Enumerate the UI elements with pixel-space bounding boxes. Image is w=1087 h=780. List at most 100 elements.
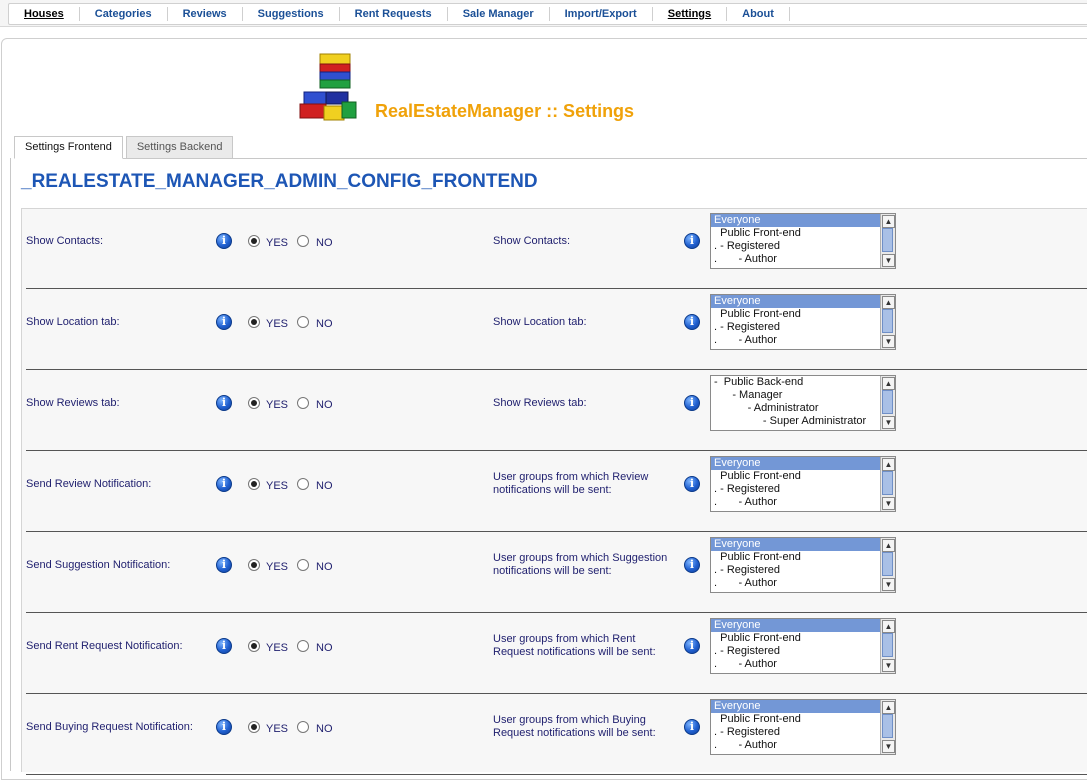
info-icon[interactable]: i: [216, 314, 232, 330]
scroll-up-icon[interactable]: ▲: [882, 539, 895, 552]
user-group-listbox[interactable]: Everyone Public Front-end. - Registered.…: [710, 699, 896, 755]
listbox-option[interactable]: Public Front-end: [711, 632, 895, 645]
listbox-scrollbar[interactable]: ▲ ▼: [880, 214, 895, 268]
info-icon[interactable]: i: [216, 719, 232, 735]
menu-item-about[interactable]: About: [727, 7, 790, 21]
menu-item-settings[interactable]: Settings: [653, 7, 728, 21]
info-icon[interactable]: i: [216, 557, 232, 573]
listbox-scrollbar[interactable]: ▲ ▼: [880, 376, 895, 430]
scroll-down-icon[interactable]: ▼: [882, 335, 895, 348]
menu-item-suggestions[interactable]: Suggestions: [243, 7, 340, 21]
info-icon[interactable]: i: [216, 476, 232, 492]
listbox-option[interactable]: Everyone: [711, 457, 895, 470]
user-group-listbox[interactable]: Everyone Public Front-end. - Registered.…: [710, 213, 896, 269]
listbox-option[interactable]: Public Front-end: [711, 713, 895, 726]
info-icon[interactable]: i: [684, 557, 700, 573]
no-radio[interactable]: [297, 316, 309, 328]
no-radio[interactable]: [297, 235, 309, 247]
listbox-option[interactable]: . - Author: [711, 658, 895, 671]
yes-radio[interactable]: [248, 397, 260, 409]
no-radio[interactable]: [297, 721, 309, 733]
scroll-thumb[interactable]: [882, 552, 893, 576]
scroll-thumb[interactable]: [882, 471, 893, 495]
listbox-scrollbar[interactable]: ▲ ▼: [880, 538, 895, 592]
scroll-down-icon[interactable]: ▼: [882, 740, 895, 753]
listbox-option[interactable]: - Public Back-end: [711, 376, 895, 389]
scroll-up-icon[interactable]: ▲: [882, 620, 895, 633]
info-icon[interactable]: i: [684, 314, 700, 330]
yes-radio[interactable]: [248, 721, 260, 733]
info-icon[interactable]: i: [684, 476, 700, 492]
listbox-scrollbar[interactable]: ▲ ▼: [880, 457, 895, 511]
listbox-option[interactable]: . - Author: [711, 739, 895, 752]
no-radio[interactable]: [297, 478, 309, 490]
listbox-option[interactable]: . - Registered: [711, 321, 895, 334]
listbox-option[interactable]: Public Front-end: [711, 470, 895, 483]
info-icon[interactable]: i: [684, 233, 700, 249]
user-group-listbox[interactable]: Everyone Public Front-end. - Registered.…: [710, 294, 896, 350]
yes-radio[interactable]: [248, 235, 260, 247]
scroll-down-icon[interactable]: ▼: [882, 416, 895, 429]
tab-settings-backend[interactable]: Settings Backend: [125, 136, 234, 159]
listbox-option[interactable]: Everyone: [711, 700, 895, 713]
scroll-up-icon[interactable]: ▲: [882, 215, 895, 228]
menu-item-import-export[interactable]: Import/Export: [550, 7, 653, 21]
tab-settings-frontend[interactable]: Settings Frontend: [14, 136, 123, 159]
scroll-up-icon[interactable]: ▲: [882, 701, 895, 714]
menu-item-reviews[interactable]: Reviews: [168, 7, 243, 21]
listbox-option[interactable]: . - Author: [711, 253, 895, 266]
listbox-option[interactable]: - Super Administrator: [711, 415, 895, 428]
yes-radio[interactable]: [248, 559, 260, 571]
scroll-down-icon[interactable]: ▼: [882, 254, 895, 267]
listbox-option[interactable]: . - Registered: [711, 645, 895, 658]
listbox-scrollbar[interactable]: ▲ ▼: [880, 619, 895, 673]
listbox-option[interactable]: . - Registered: [711, 483, 895, 496]
scroll-down-icon[interactable]: ▼: [882, 659, 895, 672]
listbox-option[interactable]: Public Front-end: [711, 227, 895, 240]
scroll-thumb[interactable]: [882, 714, 893, 738]
user-group-listbox[interactable]: Everyone Public Front-end. - Registered.…: [710, 618, 896, 674]
listbox-option[interactable]: Everyone: [711, 214, 895, 227]
listbox-option[interactable]: . - Registered: [711, 726, 895, 739]
no-radio[interactable]: [297, 397, 309, 409]
menu-item-houses[interactable]: Houses: [8, 7, 80, 21]
scroll-thumb[interactable]: [882, 309, 893, 333]
yes-radio[interactable]: [248, 316, 260, 328]
info-icon[interactable]: i: [216, 638, 232, 654]
listbox-option[interactable]: Everyone: [711, 295, 895, 308]
listbox-scrollbar[interactable]: ▲ ▼: [880, 295, 895, 349]
info-icon[interactable]: i: [684, 395, 700, 411]
scroll-thumb[interactable]: [882, 633, 893, 657]
info-icon[interactable]: i: [684, 719, 700, 735]
scroll-up-icon[interactable]: ▲: [882, 377, 895, 390]
listbox-option[interactable]: . - Registered: [711, 240, 895, 253]
scroll-up-icon[interactable]: ▲: [882, 458, 895, 471]
scroll-thumb[interactable]: [882, 228, 893, 252]
scroll-down-icon[interactable]: ▼: [882, 578, 895, 591]
menu-item-categories[interactable]: Categories: [80, 7, 168, 21]
listbox-option[interactable]: - Administrator: [711, 402, 895, 415]
no-radio[interactable]: [297, 640, 309, 652]
scroll-thumb[interactable]: [882, 390, 893, 414]
no-radio[interactable]: [297, 559, 309, 571]
info-icon[interactable]: i: [216, 233, 232, 249]
listbox-option[interactable]: . - Registered: [711, 564, 895, 577]
listbox-option[interactable]: . - Author: [711, 334, 895, 347]
listbox-option[interactable]: - Manager: [711, 389, 895, 402]
yes-radio[interactable]: [248, 640, 260, 652]
listbox-option[interactable]: Public Front-end: [711, 308, 895, 321]
listbox-option[interactable]: Everyone: [711, 538, 895, 551]
user-group-listbox[interactable]: Everyone Public Front-end. - Registered.…: [710, 456, 896, 512]
listbox-option[interactable]: . - Author: [711, 496, 895, 509]
scroll-up-icon[interactable]: ▲: [882, 296, 895, 309]
yes-radio[interactable]: [248, 478, 260, 490]
listbox-option[interactable]: Public Front-end: [711, 551, 895, 564]
info-icon[interactable]: i: [684, 638, 700, 654]
scroll-down-icon[interactable]: ▼: [882, 497, 895, 510]
user-group-listbox[interactable]: Everyone Public Front-end. - Registered.…: [710, 537, 896, 593]
listbox-scrollbar[interactable]: ▲ ▼: [880, 700, 895, 754]
menu-item-sale-manager[interactable]: Sale Manager: [448, 7, 550, 21]
user-group-listbox[interactable]: - Public Back-end - Manager - Administra…: [710, 375, 896, 431]
menu-item-rent-requests[interactable]: Rent Requests: [340, 7, 448, 21]
info-icon[interactable]: i: [216, 395, 232, 411]
